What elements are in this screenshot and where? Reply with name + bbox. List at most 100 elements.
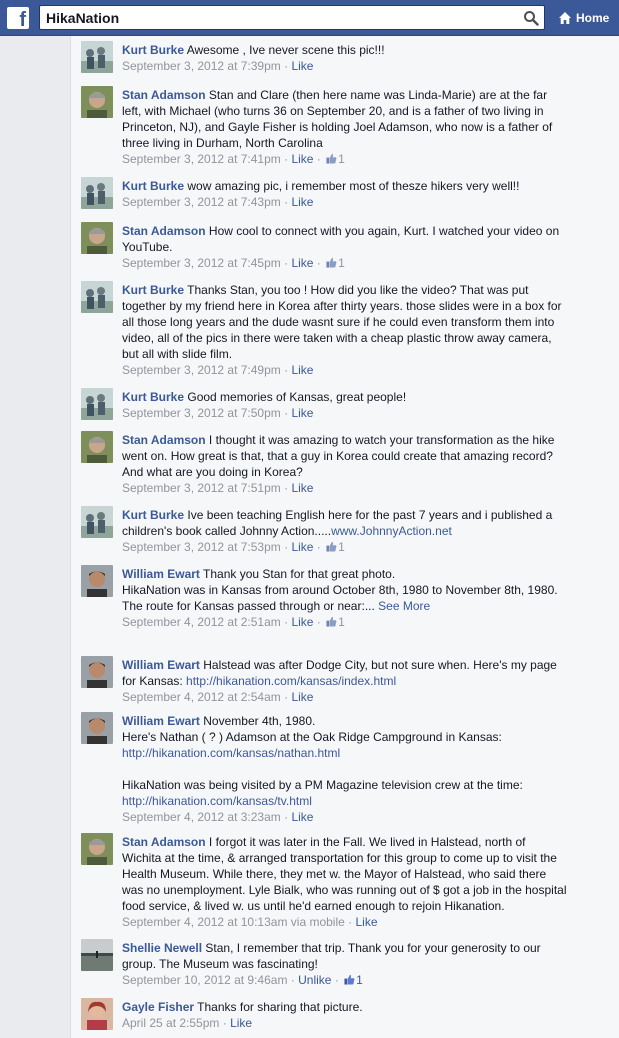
comment-author[interactable]: Kurt Burke: [122, 390, 184, 404]
comment-link[interactable]: http://hikanation.com/kansas/nathan.html: [122, 746, 340, 760]
comment-author[interactable]: William Ewart: [122, 714, 200, 728]
comment-meta: September 4, 2012 at 3:23am · Like: [122, 810, 314, 824]
comment-author[interactable]: Kurt Burke: [122, 508, 184, 522]
comment-author[interactable]: Kurt Burke: [122, 43, 184, 57]
see-more-link[interactable]: See More: [378, 599, 430, 613]
comment-timestamp[interactable]: September 10, 2012 at 9:46am: [122, 973, 287, 987]
comment-timestamp[interactable]: September 3, 2012 at 7:43pm: [122, 195, 281, 209]
comment-link-2[interactable]: http://hikanation.com/kansas/tv.html: [122, 794, 312, 808]
like-button[interactable]: Like: [291, 690, 313, 704]
left-gutter: [0, 36, 70, 1038]
comment-meta: September 3, 2012 at 7:51pm · Like: [122, 481, 314, 495]
comment-timestamp[interactable]: September 3, 2012 at 7:49pm: [122, 363, 281, 377]
like-button[interactable]: Like: [291, 540, 313, 554]
like-count[interactable]: 1: [356, 973, 363, 987]
comment-author[interactable]: Stan Adamson: [122, 224, 206, 238]
comment-timestamp[interactable]: September 4, 2012 at 2:51am: [122, 615, 281, 629]
comment-meta: September 3, 2012 at 7:43pm · Like: [122, 195, 314, 209]
comment-text: Thanks for sharing that picture.: [197, 1000, 363, 1014]
like-button[interactable]: Like: [291, 481, 313, 495]
like-button[interactable]: Like: [291, 256, 313, 270]
avatar[interactable]: [81, 712, 113, 744]
comment-meta: September 4, 2012 at 10:13am via mobile …: [122, 915, 378, 929]
avatar[interactable]: [81, 222, 113, 254]
like-count[interactable]: 1: [338, 615, 345, 629]
unlike-button[interactable]: Unlike: [298, 973, 331, 987]
home-icon: [559, 12, 571, 24]
comment-meta: September 4, 2012 at 2:54am · Like: [122, 690, 314, 704]
comment-author[interactable]: William Ewart: [122, 567, 200, 581]
search-input[interactable]: [46, 9, 516, 27]
comment-link[interactable]: www.JohnnyAction.net: [331, 524, 452, 538]
comment-timestamp[interactable]: September 3, 2012 at 7:51pm: [122, 481, 281, 495]
top-bar: f Home: [0, 0, 619, 36]
avatar[interactable]: [81, 656, 113, 688]
comment-meta: September 3, 2012 at 7:53pm · Like · 1: [122, 540, 345, 554]
avatar[interactable]: [81, 41, 113, 73]
comment-meta: September 4, 2012 at 2:51am · Like · 1: [122, 615, 345, 629]
avatar[interactable]: [81, 388, 113, 420]
comment-meta: September 3, 2012 at 7:45pm · Like · 1: [122, 256, 345, 270]
search-icon[interactable]: [523, 10, 539, 26]
comment-meta: September 3, 2012 at 7:39pm · Like: [122, 59, 314, 73]
comment-author[interactable]: Gayle Fisher: [122, 1000, 194, 1014]
comment-meta: April 25 at 2:55pm · Like: [122, 1016, 253, 1030]
comments-feed: Kurt Burke Awesome , Ive never scene thi…: [70, 36, 619, 1038]
comment-author[interactable]: Kurt Burke: [122, 179, 184, 193]
thumbs-up-icon: [326, 616, 337, 627]
avatar[interactable]: [81, 833, 113, 865]
like-button[interactable]: Like: [291, 406, 313, 420]
facebook-logo-icon[interactable]: f: [7, 7, 29, 29]
comment-author[interactable]: Shellie Newell: [122, 941, 202, 955]
comment-meta: September 10, 2012 at 9:46am · Unlike · …: [122, 973, 363, 987]
comment-author[interactable]: Kurt Burke: [122, 283, 184, 297]
comment-text: Good memories of Kansas, great people!: [187, 390, 407, 404]
like-button[interactable]: Like: [291, 59, 313, 73]
like-button[interactable]: Like: [355, 915, 377, 929]
comment-meta: September 3, 2012 at 7:41pm · Like · 1: [122, 152, 345, 166]
home-label: Home: [576, 11, 610, 25]
comment-timestamp[interactable]: September 4, 2012 at 2:54am: [122, 690, 281, 704]
like-button[interactable]: Like: [291, 810, 313, 824]
home-link[interactable]: Home: [558, 9, 609, 27]
like-button[interactable]: Like: [230, 1016, 252, 1030]
like-button[interactable]: Like: [291, 363, 313, 377]
comment-link[interactable]: http://hikanation.com/kansas/index.html: [186, 674, 396, 688]
avatar[interactable]: [81, 939, 113, 971]
avatar[interactable]: [81, 86, 113, 118]
comment-timestamp[interactable]: September 3, 2012 at 7:39pm: [122, 59, 281, 73]
thumbs-up-icon: [344, 974, 355, 985]
comment-timestamp[interactable]: September 3, 2012 at 7:53pm: [122, 540, 281, 554]
thumbs-up-icon: [326, 541, 337, 552]
comment-timestamp[interactable]: September 4, 2012 at 10:13am via mobile: [122, 915, 345, 929]
search-box[interactable]: [39, 5, 545, 30]
comment-author[interactable]: Stan Adamson: [122, 88, 206, 102]
comment-timestamp[interactable]: September 3, 2012 at 7:50pm: [122, 406, 281, 420]
avatar[interactable]: [81, 506, 113, 538]
avatar[interactable]: [81, 281, 113, 313]
comment-text: Thanks Stan, you too ! How did you like …: [122, 283, 562, 361]
comment-text-2: HikaNation was being visited by a PM Mag…: [122, 778, 523, 792]
like-button[interactable]: Like: [291, 615, 313, 629]
comment-timestamp[interactable]: September 4, 2012 at 3:23am: [122, 810, 281, 824]
avatar[interactable]: [81, 565, 113, 597]
thumbs-up-icon: [326, 257, 337, 268]
comment-text: wow amazing pic, i remember most of thes…: [187, 179, 520, 193]
like-button[interactable]: Like: [291, 195, 313, 209]
comment-timestamp[interactable]: April 25 at 2:55pm: [122, 1016, 219, 1030]
like-button[interactable]: Like: [291, 152, 313, 166]
comment-author[interactable]: William Ewart: [122, 658, 200, 672]
comment-text: Awesome , Ive never scene this pic!!!: [186, 43, 385, 57]
comment-meta: September 3, 2012 at 7:50pm · Like: [122, 406, 314, 420]
comment-timestamp[interactable]: September 3, 2012 at 7:45pm: [122, 256, 281, 270]
avatar[interactable]: [81, 431, 113, 463]
like-count[interactable]: 1: [338, 152, 345, 166]
like-count[interactable]: 1: [338, 540, 345, 554]
comment-author[interactable]: Stan Adamson: [122, 433, 206, 447]
comment-timestamp[interactable]: September 3, 2012 at 7:41pm: [122, 152, 281, 166]
like-count[interactable]: 1: [338, 256, 345, 270]
thumbs-up-icon: [326, 153, 337, 164]
avatar[interactable]: [81, 177, 113, 209]
avatar[interactable]: [81, 998, 113, 1030]
comment-author[interactable]: Stan Adamson: [122, 835, 206, 849]
